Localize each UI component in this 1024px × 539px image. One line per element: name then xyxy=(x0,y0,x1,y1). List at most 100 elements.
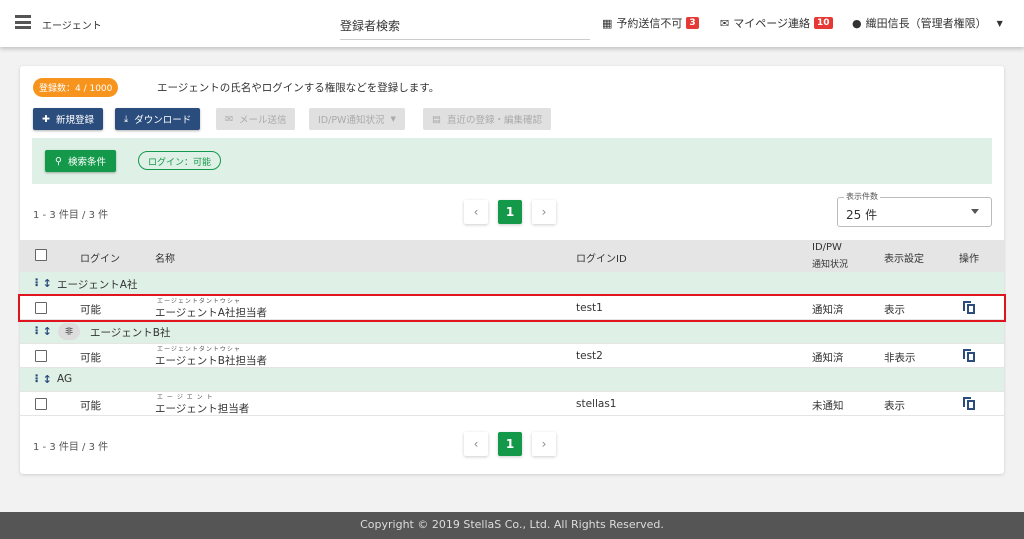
filter-panel: ⚲ 検索条件 ログイン：可能 xyxy=(32,138,992,184)
reserve-label: 予約送信不可 xyxy=(616,17,683,30)
notify-status: 未通知 xyxy=(812,400,844,412)
next-page-button[interactable]: › xyxy=(532,432,556,456)
per-page-value: 25 件 xyxy=(846,208,878,222)
group-row[interactable]: ⠇↕ 非エージェントB社 xyxy=(20,320,1004,344)
login-id: stellas1 xyxy=(576,398,617,410)
user-name: 織田信長（管理者権限） xyxy=(865,17,987,30)
calendar-icon: ▦ xyxy=(602,16,613,30)
recent-label: 直近の登録・編集確認 xyxy=(446,115,542,126)
name-ruby: エ ー ジ エ ン ト xyxy=(157,394,214,401)
login-id: test2 xyxy=(576,350,603,362)
recent-edits-button[interactable]: ▤ 直近の登録・編集確認 xyxy=(423,108,551,130)
registration-count-badge: 登録数：4 / 1000 xyxy=(33,78,119,97)
row-checkbox[interactable] xyxy=(35,398,47,410)
footer: Copyright © 2019 StellaS Co., Ltd. All R… xyxy=(0,512,1024,539)
caret-down-icon xyxy=(971,209,979,214)
agent-name: エージェント担当者 xyxy=(155,403,250,415)
document-icon: ▤ xyxy=(432,113,441,125)
select-all-checkbox[interactable] xyxy=(35,249,47,261)
search-conditions-button[interactable]: ⚲ 検索条件 xyxy=(45,150,116,172)
result-range: 1 - 3 件目 / 3 件 xyxy=(33,210,109,221)
caret-down-icon: ▼ xyxy=(996,18,1003,28)
header-login: ログイン xyxy=(80,254,120,265)
hidden-tag: 非 xyxy=(58,323,80,340)
next-page-button[interactable]: › xyxy=(532,200,556,224)
user-icon: ● xyxy=(852,16,862,30)
login-status: 可能 xyxy=(80,304,101,316)
menu-icon[interactable] xyxy=(15,15,31,29)
reserve-count-badge: 3 xyxy=(686,17,699,29)
agent-name: エージェントA社担当者 xyxy=(155,307,267,319)
search-icon: ⚲ xyxy=(55,155,62,167)
search-conditions-label: 検索条件 xyxy=(67,157,106,168)
description: エージェントの氏名やログインする権限などを登録します。 xyxy=(157,82,440,94)
group-name: AG xyxy=(57,373,73,385)
download-icon: ⤓ xyxy=(124,113,129,125)
search-input[interactable]: 登録者検索 xyxy=(340,14,590,40)
page-1-button[interactable]: 1 xyxy=(498,432,522,456)
copy-icon[interactable] xyxy=(962,348,976,363)
notify-status: 通知済 xyxy=(812,304,844,316)
mail-icon: ✉ xyxy=(225,113,233,125)
user-menu[interactable]: ● 織田信長（管理者権限） ▼ xyxy=(852,15,1003,31)
mail-label: メール送信 xyxy=(238,115,287,126)
envelope-icon: ✉ xyxy=(720,16,730,30)
display-setting: 非表示 xyxy=(884,352,916,364)
row-checkbox[interactable] xyxy=(35,302,47,314)
header-login-id: ログインID xyxy=(576,254,627,265)
download-label: ダウンロード xyxy=(134,115,192,126)
mypage-contact-link[interactable]: ✉ マイページ連絡 10 xyxy=(720,15,833,31)
main-card: 登録数：4 / 1000 エージェントの氏名やログインする権限などを登録します。… xyxy=(20,66,1004,474)
header: エージェント 登録者検索 ▦ 予約送信不可 3 ✉ マイページ連絡 10 ● 織田信長（管… xyxy=(0,0,1024,47)
result-range-bottom: 1 - 3 件目 / 3 件 xyxy=(33,442,109,453)
sort-icon[interactable]: ⠇↕ xyxy=(34,325,52,338)
login-status: 可能 xyxy=(80,352,101,364)
mypage-count-badge: 10 xyxy=(814,17,833,29)
copy-icon[interactable] xyxy=(962,396,976,411)
prev-page-button[interactable]: ‹ xyxy=(464,432,488,456)
header-display: 表示設定 xyxy=(884,254,924,265)
idpw-label: ID/PW通知状況 xyxy=(318,115,385,126)
page-1-button[interactable]: 1 xyxy=(498,200,522,224)
sort-icon[interactable]: ⠇↕ xyxy=(34,277,52,290)
table-row[interactable]: 可能 エ ー ジ エ ン ト エージェント担当者 stellas1 未通知 表示 xyxy=(20,392,1004,416)
filter-chip-login[interactable]: ログイン：可能 xyxy=(138,151,222,170)
header-notify-status: 通知状況 xyxy=(812,260,849,270)
new-register-button[interactable]: ✚ 新規登録 xyxy=(33,108,103,130)
reserve-unsendable-link[interactable]: ▦ 予約送信不可 3 xyxy=(602,15,699,31)
display-setting: 表示 xyxy=(884,400,905,412)
login-id: test1 xyxy=(576,302,603,314)
display-setting: 表示 xyxy=(884,304,905,316)
name-ruby: エージェントタントウシャ xyxy=(157,298,241,305)
prev-page-button[interactable]: ‹ xyxy=(464,200,488,224)
row-checkbox[interactable] xyxy=(35,350,47,362)
new-label: 新規登録 xyxy=(55,115,94,126)
pagination-top: ‹ 1 › xyxy=(464,200,556,224)
plus-icon: ✚ xyxy=(42,113,50,125)
login-status: 可能 xyxy=(80,400,101,412)
download-button[interactable]: ⤓ ダウンロード xyxy=(115,108,201,130)
notify-status: 通知済 xyxy=(812,352,844,364)
copy-icon[interactable] xyxy=(962,300,976,315)
table-row[interactable]: 可能 エージェントタントウシャ エージェントB社担当者 test2 通知済 非表… xyxy=(20,344,1004,368)
group-name: エージェントB社 xyxy=(90,327,171,339)
header-action: 操作 xyxy=(959,254,979,265)
sort-icon[interactable]: ⠇↕ xyxy=(34,373,52,386)
agent-table: ログイン 名称 ログインID ID/PW 通知状況 表示設定 操作 ⠇↕ エージェ… xyxy=(20,240,1004,416)
header-idpw: ID/PW xyxy=(812,242,842,253)
group-row[interactable]: ⠇↕ AG xyxy=(20,368,1004,392)
agent-name: エージェントB社担当者 xyxy=(155,355,267,367)
group-name: エージェントA社 xyxy=(57,279,138,291)
table-header: ログイン 名称 ログインID ID/PW 通知状況 表示設定 操作 xyxy=(20,240,1004,272)
caret-down-icon: ▼ xyxy=(390,115,396,123)
per-page-label: 表示件数 xyxy=(844,191,880,202)
table-row[interactable]: 可能 エージェントタントウシャ エージェントA社担当者 test1 通知済 表示 xyxy=(20,296,1004,320)
per-page-select[interactable]: 表示件数 25 件 xyxy=(837,191,992,227)
name-ruby: エージェントタントウシャ xyxy=(157,346,241,353)
idpw-status-dropdown[interactable]: ID/PW通知状況 ▼ xyxy=(309,108,405,130)
group-row[interactable]: ⠇↕ エージェントA社 xyxy=(20,272,1004,296)
header-name: 名称 xyxy=(155,254,175,265)
send-mail-button[interactable]: ✉ メール送信 xyxy=(216,108,296,130)
pagination-bottom: ‹ 1 › xyxy=(464,432,556,456)
app-title: エージェント xyxy=(42,21,102,32)
